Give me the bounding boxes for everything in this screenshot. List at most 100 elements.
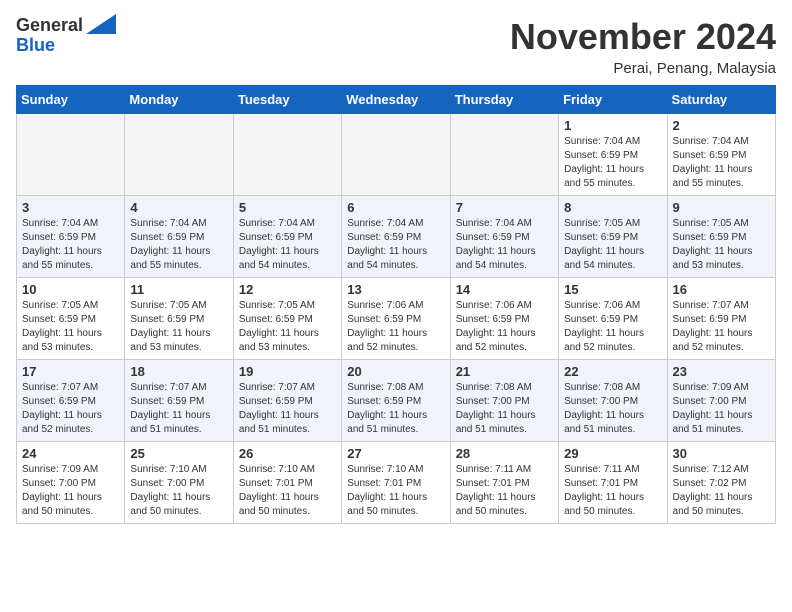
day-info: Sunrise: 7:11 AMSunset: 7:01 PMDaylight:… [456,463,553,519]
day-number: 6 [347,200,444,215]
logo-icon [86,14,116,34]
day-info: Sunrise: 7:07 AMSunset: 6:59 PMDaylight:… [130,381,227,437]
day-info: Sunrise: 7:10 AMSunset: 7:01 PMDaylight:… [347,463,444,519]
calendar-day-cell: 27Sunrise: 7:10 AMSunset: 7:01 PMDayligh… [342,442,450,524]
calendar-week-row: 1 Sunrise: 7:04 AMSunset: 6:59 PMDaylight… [17,114,776,196]
day-info: Sunrise: 7:08 AMSunset: 6:59 PMDaylight:… [347,381,444,437]
day-info: Sunrise: 7:04 AMSunset: 6:59 PMDaylight:… [564,135,661,191]
logo-text-general: General [16,16,83,36]
calendar-day-cell: 22 Sunrise: 7:08 AMSunset: 7:00 PMDayligh… [559,360,667,442]
calendar-header-saturday: Saturday [667,86,775,114]
day-number: 7 [456,200,553,215]
day-info: Sunrise: 7:05 AMSunset: 6:59 PMDaylight:… [239,299,336,355]
day-info: Sunrise: 7:07 AMSunset: 6:59 PMDaylight:… [22,381,119,437]
calendar-week-row: 10 Sunrise: 7:05 AMSunset: 6:59 PMDayligh… [17,278,776,360]
calendar-day-cell: 12 Sunrise: 7:05 AMSunset: 6:59 PMDayligh… [233,278,341,360]
day-number: 13 [347,282,444,297]
day-info: Sunrise: 7:05 AMSunset: 6:59 PMDaylight:… [564,217,661,273]
day-number: 21 [456,364,553,379]
day-number: 14 [456,282,553,297]
day-number: 22 [564,364,661,379]
logo: General Blue [16,16,116,56]
calendar-header-row: SundayMondayTuesdayWednesdayThursdayFrid… [17,86,776,114]
day-number: 29 [564,446,661,461]
month-title: November 2024 [510,16,776,58]
calendar-day-cell: 20 Sunrise: 7:08 AMSunset: 6:59 PMDayligh… [342,360,450,442]
day-number: 20 [347,364,444,379]
calendar-day-cell: 19 Sunrise: 7:07 AMSunset: 6:59 PMDayligh… [233,360,341,442]
calendar-header-monday: Monday [125,86,233,114]
calendar-day-cell: 21 Sunrise: 7:08 AMSunset: 7:00 PMDayligh… [450,360,558,442]
day-info: Sunrise: 7:08 AMSunset: 7:00 PMDaylight:… [564,381,661,437]
day-info: Sunrise: 7:07 AMSunset: 6:59 PMDaylight:… [673,299,770,355]
day-number: 9 [673,200,770,215]
day-info: Sunrise: 7:07 AMSunset: 6:59 PMDaylight:… [239,381,336,437]
day-info: Sunrise: 7:05 AMSunset: 6:59 PMDaylight:… [22,299,119,355]
day-info: Sunrise: 7:09 AMSunset: 7:00 PMDaylight:… [22,463,119,519]
calendar-day-cell: 16 Sunrise: 7:07 AMSunset: 6:59 PMDayligh… [667,278,775,360]
day-number: 18 [130,364,227,379]
logo-text-blue: Blue [16,36,55,56]
calendar-header-friday: Friday [559,86,667,114]
day-number: 5 [239,200,336,215]
calendar-day-cell [342,114,450,196]
day-number: 24 [22,446,119,461]
calendar-day-cell: 30 Sunrise: 7:12 AMSunset: 7:02 PMDayligh… [667,442,775,524]
day-info: Sunrise: 7:09 AMSunset: 7:00 PMDaylight:… [673,381,770,437]
calendar-day-cell: 8 Sunrise: 7:05 AMSunset: 6:59 PMDaylight… [559,196,667,278]
day-info: Sunrise: 7:05 AMSunset: 6:59 PMDaylight:… [130,299,227,355]
day-info: Sunrise: 7:06 AMSunset: 6:59 PMDaylight:… [347,299,444,355]
calendar-day-cell: 1 Sunrise: 7:04 AMSunset: 6:59 PMDaylight… [559,114,667,196]
calendar-week-row: 3 Sunrise: 7:04 AMSunset: 6:59 PMDaylight… [17,196,776,278]
day-info: Sunrise: 7:04 AMSunset: 6:59 PMDaylight:… [673,135,770,191]
location-subtitle: Perai, Penang, Malaysia [510,60,776,77]
calendar-day-cell: 5Sunrise: 7:04 AMSunset: 6:59 PMDaylight… [233,196,341,278]
calendar-day-cell: 29 Sunrise: 7:11 AMSunset: 7:01 PMDayligh… [559,442,667,524]
day-info: Sunrise: 7:04 AMSunset: 6:59 PMDaylight:… [347,217,444,273]
day-number: 30 [673,446,770,461]
day-number: 11 [130,282,227,297]
day-number: 26 [239,446,336,461]
calendar-header-sunday: Sunday [17,86,125,114]
day-info: Sunrise: 7:08 AMSunset: 7:00 PMDaylight:… [456,381,553,437]
day-number: 23 [673,364,770,379]
day-number: 16 [673,282,770,297]
day-number: 3 [22,200,119,215]
calendar-week-row: 24 Sunrise: 7:09 AMSunset: 7:00 PMDayligh… [17,442,776,524]
calendar-day-cell: 17 Sunrise: 7:07 AMSunset: 6:59 PMDayligh… [17,360,125,442]
day-info: Sunrise: 7:11 AMSunset: 7:01 PMDaylight:… [564,463,661,519]
calendar-day-cell: 18 Sunrise: 7:07 AMSunset: 6:59 PMDayligh… [125,360,233,442]
calendar-day-cell: 3 Sunrise: 7:04 AMSunset: 6:59 PMDaylight… [17,196,125,278]
day-info: Sunrise: 7:12 AMSunset: 7:02 PMDaylight:… [673,463,770,519]
calendar-day-cell: 6 Sunrise: 7:04 AMSunset: 6:59 PMDaylight… [342,196,450,278]
day-number: 25 [130,446,227,461]
day-number: 28 [456,446,553,461]
day-info: Sunrise: 7:04 AMSunset: 6:59 PMDaylight:… [22,217,119,273]
day-number: 19 [239,364,336,379]
calendar-day-cell: 9Sunrise: 7:05 AMSunset: 6:59 PMDaylight… [667,196,775,278]
day-info: Sunrise: 7:06 AMSunset: 6:59 PMDaylight:… [564,299,661,355]
calendar-day-cell: 10 Sunrise: 7:05 AMSunset: 6:59 PMDayligh… [17,278,125,360]
title-block: November 2024 Perai, Penang, Malaysia [510,16,776,77]
calendar-day-cell: 4Sunrise: 7:04 AMSunset: 6:59 PMDaylight… [125,196,233,278]
calendar-day-cell: 13 Sunrise: 7:06 AMSunset: 6:59 PMDayligh… [342,278,450,360]
calendar-day-cell: 24 Sunrise: 7:09 AMSunset: 7:00 PMDayligh… [17,442,125,524]
calendar-day-cell [125,114,233,196]
day-number: 10 [22,282,119,297]
day-info: Sunrise: 7:06 AMSunset: 6:59 PMDaylight:… [456,299,553,355]
day-number: 2 [673,118,770,133]
calendar-header-tuesday: Tuesday [233,86,341,114]
day-number: 17 [22,364,119,379]
day-info: Sunrise: 7:04 AMSunset: 6:59 PMDaylight:… [456,217,553,273]
calendar-day-cell: 14 Sunrise: 7:06 AMSunset: 6:59 PMDayligh… [450,278,558,360]
calendar-day-cell: 26 Sunrise: 7:10 AMSunset: 7:01 PMDayligh… [233,442,341,524]
calendar-day-cell: 25Sunrise: 7:10 AMSunset: 7:00 PMDayligh… [125,442,233,524]
day-number: 8 [564,200,661,215]
day-number: 12 [239,282,336,297]
page-header: General Blue November 2024 Perai, Penang… [16,16,776,77]
day-info: Sunrise: 7:10 AMSunset: 7:01 PMDaylight:… [239,463,336,519]
day-number: 1 [564,118,661,133]
calendar-day-cell [17,114,125,196]
calendar-day-cell [233,114,341,196]
calendar-week-row: 17 Sunrise: 7:07 AMSunset: 6:59 PMDayligh… [17,360,776,442]
